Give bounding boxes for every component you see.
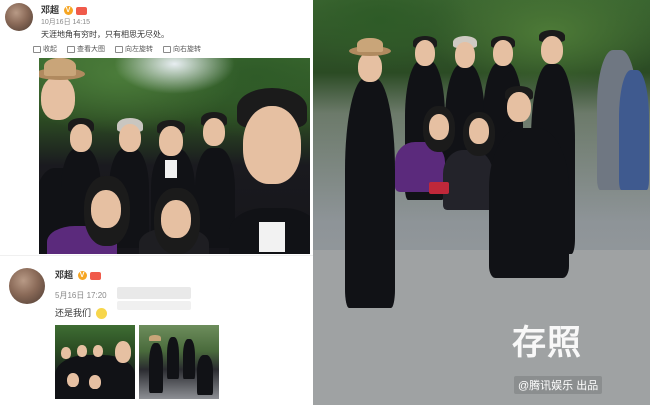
red-phone	[429, 182, 449, 194]
rotate-right-icon	[163, 45, 171, 53]
avatar[interactable]	[5, 3, 33, 31]
person-shirt	[165, 160, 177, 178]
person-figure	[149, 343, 163, 393]
magnify-icon	[67, 45, 75, 53]
post-text: 还是我们	[55, 306, 107, 320]
post-thumbnail[interactable]	[139, 325, 219, 399]
post-time[interactable]: 5月16日 17:20	[55, 290, 107, 301]
username-text[interactable]: 邓超	[41, 5, 59, 15]
person-face	[67, 373, 79, 387]
person-face	[243, 106, 301, 184]
person-face	[161, 200, 191, 238]
person-figure	[167, 337, 179, 379]
rotate-right-button[interactable]: 向右旋转	[163, 43, 201, 55]
person-figure	[619, 70, 649, 190]
person-figure	[197, 355, 213, 395]
username-text[interactable]: 邓超	[55, 270, 73, 280]
rotate-left-label: 向左旋转	[125, 46, 153, 53]
blurred-text	[117, 301, 191, 310]
verified-badge-icon: V	[77, 271, 87, 281]
person-face	[41, 76, 75, 120]
event-photo	[313, 0, 650, 405]
person-figure	[443, 150, 493, 210]
person-face	[455, 42, 475, 68]
username[interactable]: 邓超 V	[41, 3, 88, 16]
person-shirt	[259, 222, 285, 252]
weibo-post-top: 邓超 V 10月16日 14:15 天涯地角有穷时，只有相思无尽处。 收起 查看…	[0, 0, 313, 255]
view-large-label: 查看大图	[77, 46, 105, 53]
person-face	[89, 375, 101, 389]
person-face	[115, 341, 131, 363]
cat-emoji-icon	[95, 308, 107, 320]
hat	[357, 38, 383, 52]
source-credit: @腾讯娱乐 出品	[514, 376, 603, 394]
cunzhao-logo: 存照	[512, 323, 582, 363]
blurred-text	[117, 287, 191, 299]
person-figure	[183, 339, 195, 379]
person-face	[469, 118, 489, 144]
person-face	[429, 114, 449, 140]
rotate-left-button[interactable]: 向左旋转	[115, 43, 153, 55]
post-time[interactable]: 10月16日 14:15	[41, 17, 90, 27]
weibo-post-bottom: 邓超 V 5月16日 17:20 还是我们	[0, 255, 313, 405]
collapse-button[interactable]: 收起	[33, 43, 57, 55]
post-photo[interactable]	[39, 58, 310, 254]
rotate-left-icon	[115, 45, 123, 53]
person-face	[119, 124, 141, 152]
post-thumbnail[interactable]	[55, 325, 135, 399]
person-face	[159, 126, 183, 156]
post-text-content: 还是我们	[55, 308, 92, 318]
person-face	[358, 52, 382, 82]
hat	[44, 58, 76, 76]
person-face	[91, 190, 121, 228]
collapse-icon	[33, 45, 41, 53]
person-face	[93, 345, 103, 357]
verified-badge-icon: V	[63, 6, 73, 16]
view-large-button[interactable]: 查看大图	[67, 43, 105, 55]
person-face	[77, 345, 87, 357]
image-toolbar: 收起 查看大图 向左旋转 向右旋转	[33, 43, 313, 55]
person-figure	[345, 78, 395, 308]
person-face	[507, 92, 531, 122]
person-face	[61, 347, 71, 359]
person-face	[415, 40, 435, 66]
hat	[149, 335, 161, 341]
collapse-label: 收起	[43, 46, 57, 53]
avatar[interactable]	[9, 268, 45, 304]
rotate-right-label: 向右旋转	[173, 46, 201, 53]
post-text: 天涯地角有穷时，只有相思无尽处。	[41, 30, 169, 39]
person-figure	[489, 128, 569, 278]
person-face	[203, 118, 225, 146]
member-badge-icon	[76, 6, 88, 15]
person-face	[493, 40, 513, 66]
person-face	[541, 36, 563, 64]
member-badge-icon	[90, 271, 102, 280]
person-face	[70, 124, 92, 152]
username[interactable]: 邓超 V	[55, 268, 102, 281]
